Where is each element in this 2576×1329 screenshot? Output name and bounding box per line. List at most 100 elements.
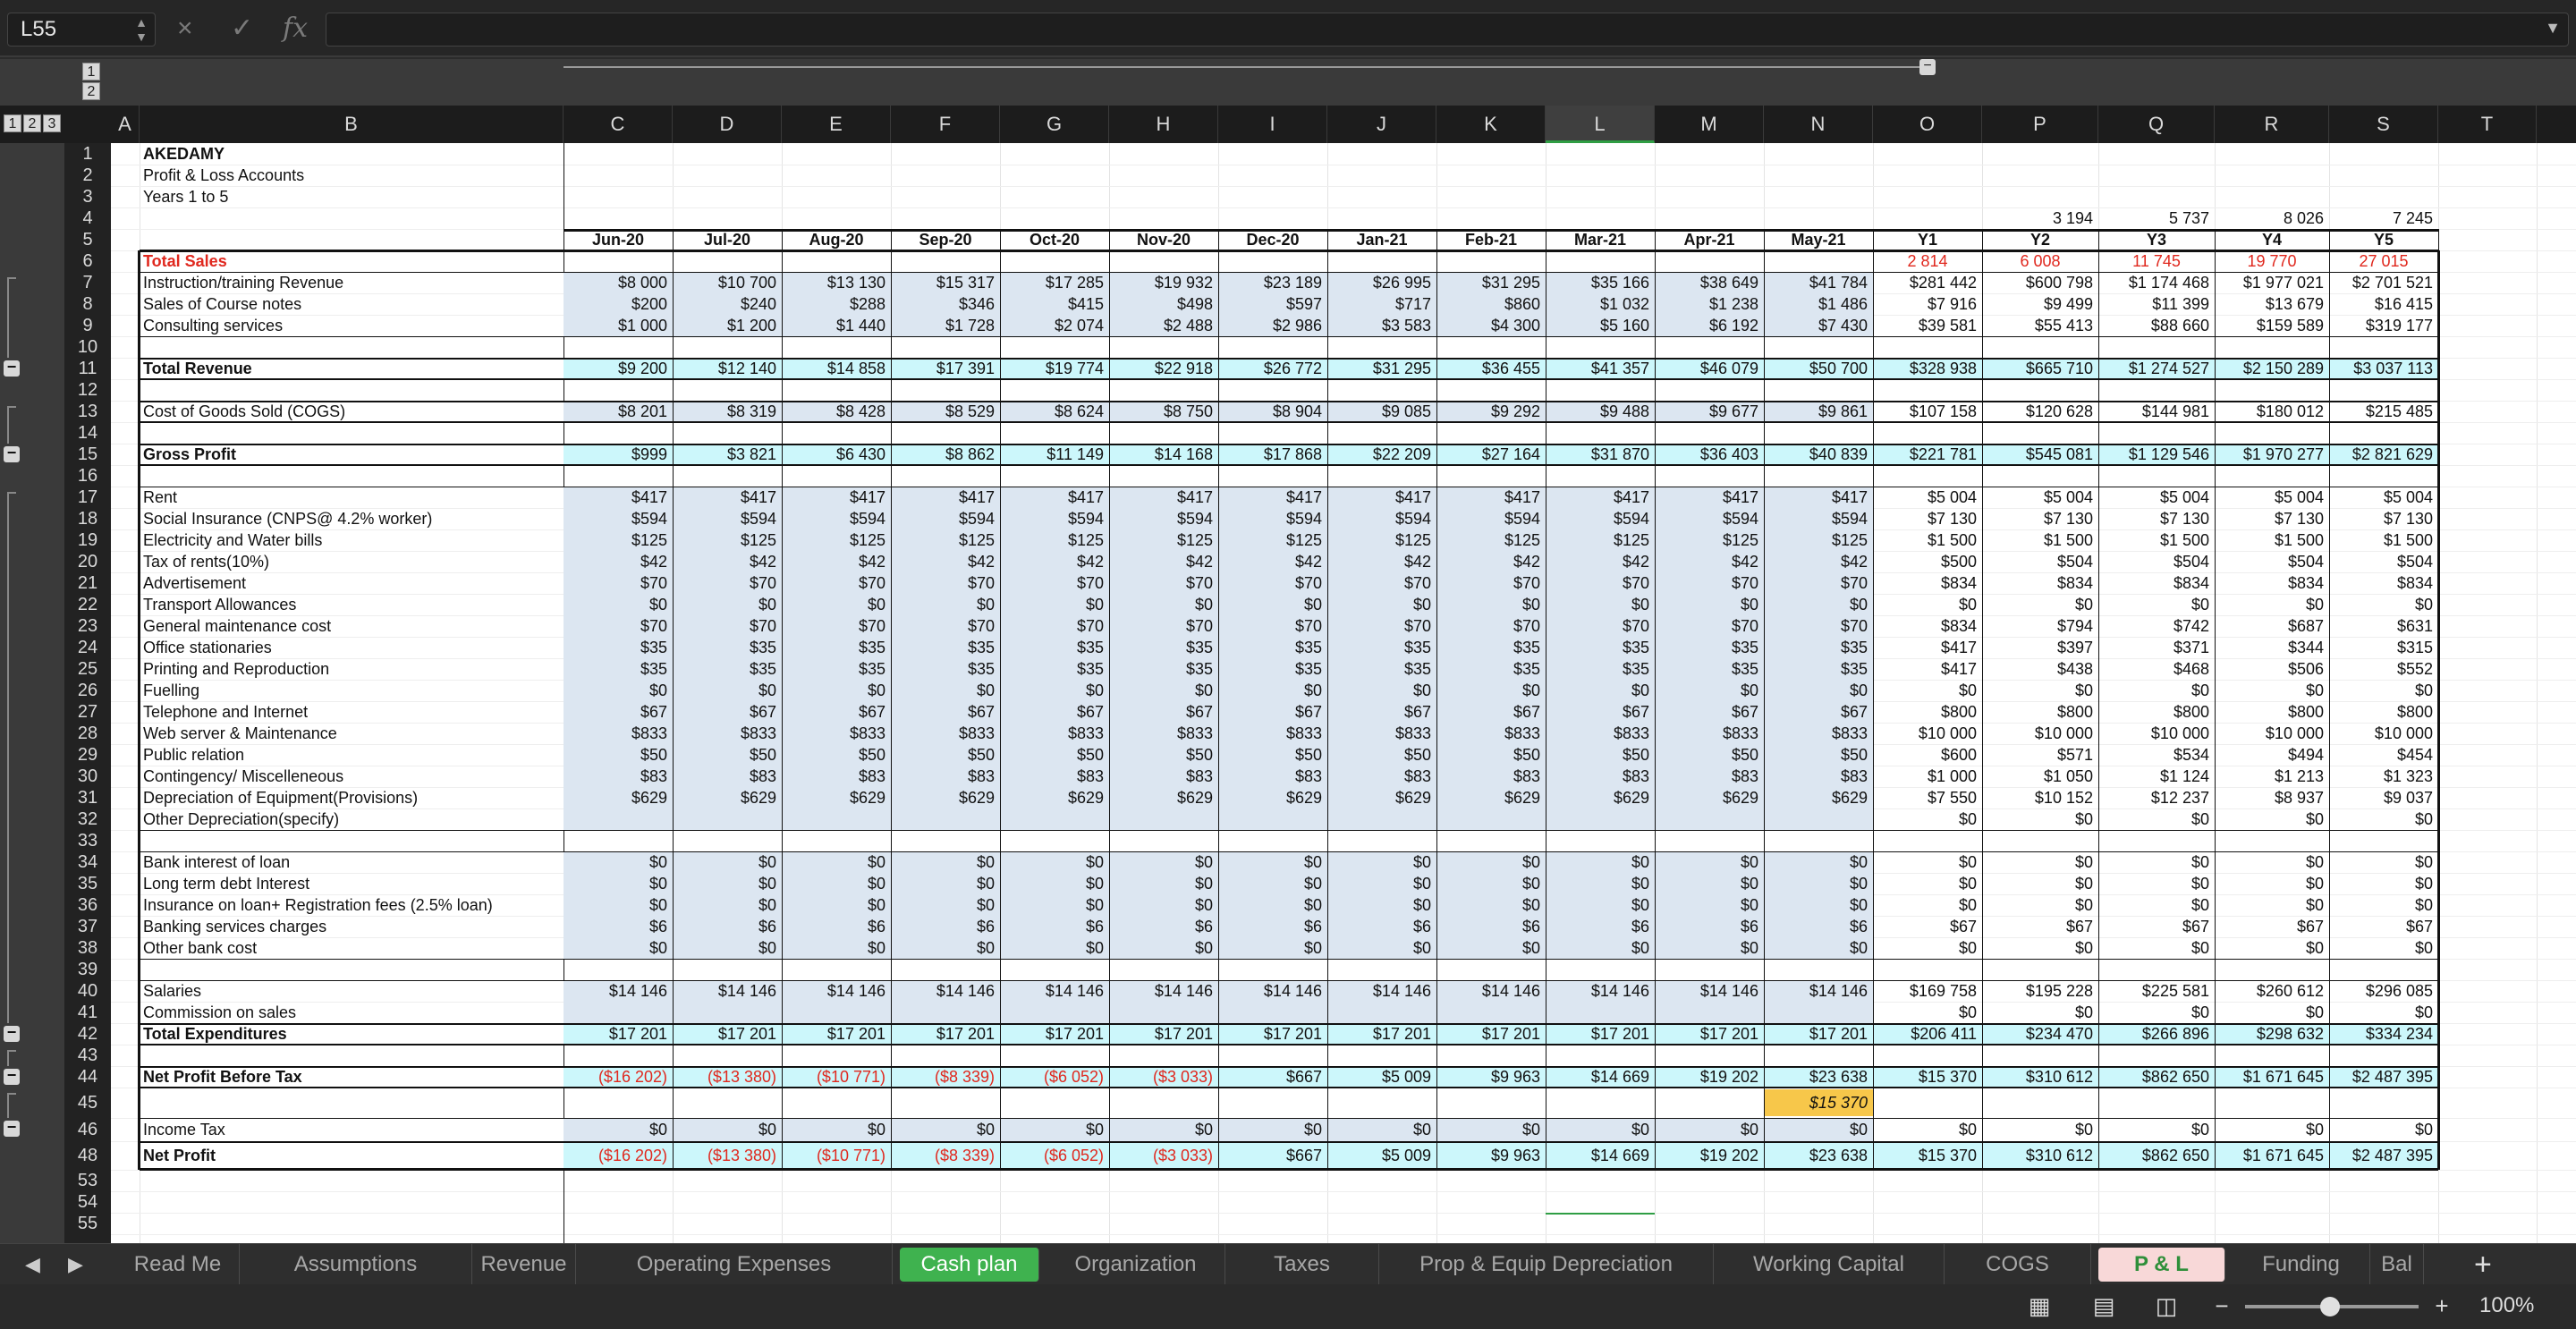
value-cell[interactable]: $0 <box>1327 1119 1436 1140</box>
value-cell[interactable]: $417 <box>1655 487 1764 508</box>
value-cell[interactable]: $468 <box>2098 658 2215 680</box>
value-cell[interactable]: $415 <box>1000 293 1109 315</box>
value-cell[interactable]: $0 <box>564 851 673 873</box>
value-cell[interactable]: $42 <box>564 551 673 572</box>
row-header[interactable]: 35 <box>64 873 111 894</box>
value-cell[interactable]: $7 130 <box>1873 508 1982 529</box>
value-cell[interactable]: $17 201 <box>564 1023 673 1045</box>
column-header-r[interactable]: R <box>2215 106 2329 143</box>
value-cell[interactable]: $0 <box>1764 1119 1873 1140</box>
value-cell[interactable]: $17 868 <box>1218 444 1327 465</box>
value-cell[interactable]: $0 <box>1436 1119 1546 1140</box>
value-cell[interactable]: $0 <box>891 680 1000 701</box>
value-cell[interactable]: $0 <box>2215 1119 2329 1140</box>
value-cell[interactable]: $6 <box>1546 916 1655 937</box>
value-cell[interactable]: $1 977 021 <box>2215 272 2329 293</box>
value-cell[interactable]: $862 650 <box>2098 1066 2215 1088</box>
value-cell[interactable]: $397 <box>1982 637 2098 658</box>
collapse-rows-icon[interactable]: − <box>4 1024 20 1042</box>
value-cell[interactable]: $0 <box>1109 680 1218 701</box>
value-cell[interactable]: $70 <box>1327 615 1436 637</box>
value-cell[interactable]: $50 <box>1000 744 1109 766</box>
value-cell[interactable]: $125 <box>1764 529 1873 551</box>
value-cell[interactable]: $594 <box>564 508 673 529</box>
value-cell[interactable]: $39 581 <box>1873 315 1982 336</box>
column-header-o[interactable]: O <box>1873 106 1982 143</box>
value-cell[interactable]: $0 <box>2098 851 2215 873</box>
value-cell[interactable]: $67 <box>1655 701 1764 723</box>
value-cell[interactable]: $0 <box>1982 937 2098 959</box>
value-cell[interactable]: $0 <box>1982 851 2098 873</box>
value-cell[interactable]: $70 <box>891 572 1000 594</box>
value-cell[interactable]: $42 <box>673 551 782 572</box>
value-cell[interactable]: $50 <box>782 744 891 766</box>
value-cell[interactable]: $35 <box>564 658 673 680</box>
value-cell[interactable] <box>1000 1002 1109 1023</box>
value-cell[interactable]: $14 146 <box>673 980 782 1002</box>
value-cell[interactable]: $417 <box>891 487 1000 508</box>
value-cell[interactable] <box>2215 1092 2329 1113</box>
value-cell[interactable]: $0 <box>1000 594 1109 615</box>
value-cell[interactable]: $0 <box>1109 1119 1218 1140</box>
value-cell[interactable]: $0 <box>564 594 673 615</box>
value-cell[interactable]: $22 918 <box>1109 358 1218 379</box>
confirm-icon[interactable]: ✓ <box>231 13 253 45</box>
value-cell[interactable]: $0 <box>2098 1002 2215 1023</box>
value-cell[interactable]: $0 <box>2098 808 2215 830</box>
value-cell[interactable]: $240 <box>673 293 782 315</box>
value-cell[interactable]: $0 <box>1436 680 1546 701</box>
value-cell[interactable] <box>564 1002 673 1023</box>
value-cell[interactable]: $13 679 <box>2215 293 2329 315</box>
value-cell[interactable]: $6 <box>1218 916 1327 937</box>
value-cell[interactable]: $15 370 <box>1873 1145 1982 1166</box>
value-cell[interactable] <box>673 1092 782 1113</box>
value-cell[interactable] <box>1436 1092 1546 1113</box>
value-cell[interactable]: $70 <box>1109 615 1218 637</box>
value-cell[interactable]: $310 612 <box>1982 1145 2098 1166</box>
value-cell[interactable]: $597 <box>1218 293 1327 315</box>
value-cell[interactable]: $0 <box>1327 594 1436 615</box>
value-cell[interactable]: $35 <box>564 637 673 658</box>
value-cell[interactable]: $70 <box>1218 572 1327 594</box>
value-cell[interactable]: $15 370 <box>1873 1066 1982 1088</box>
value-cell[interactable]: $10 000 <box>2098 723 2215 744</box>
value-cell[interactable]: $0 <box>2215 937 2329 959</box>
value-cell[interactable]: $9 292 <box>1436 401 1546 422</box>
row-header[interactable]: 4 <box>64 207 111 229</box>
sheet-tab[interactable]: P & L <box>2098 1248 2225 1282</box>
value-cell[interactable]: $800 <box>2215 701 2329 723</box>
value-cell[interactable]: $125 <box>1546 529 1655 551</box>
row-header[interactable]: 32 <box>64 808 111 830</box>
value-cell[interactable]: $70 <box>1000 615 1109 637</box>
value-cell[interactable]: $0 <box>2329 594 2438 615</box>
row-header[interactable]: 46 <box>64 1118 111 1141</box>
value-cell[interactable]: $7 550 <box>1873 787 1982 808</box>
value-cell[interactable]: $0 <box>2329 851 2438 873</box>
value-cell[interactable]: $629 <box>1327 787 1436 808</box>
value-cell[interactable]: $10 000 <box>2329 723 2438 744</box>
value-cell[interactable]: $17 201 <box>1218 1023 1327 1045</box>
value-cell[interactable]: $1 050 <box>1982 766 2098 787</box>
value-cell[interactable]: $17 201 <box>1109 1023 1218 1045</box>
row-header[interactable]: 26 <box>64 680 111 701</box>
value-cell[interactable]: $70 <box>1000 572 1109 594</box>
value-cell[interactable]: $281 442 <box>1873 272 1982 293</box>
value-cell[interactable]: $0 <box>1109 937 1218 959</box>
value-cell[interactable] <box>1109 1092 1218 1113</box>
row-header[interactable]: 28 <box>64 723 111 744</box>
value-cell[interactable]: $417 <box>1436 487 1546 508</box>
value-cell[interactable]: $0 <box>891 873 1000 894</box>
value-cell[interactable]: $0 <box>564 873 673 894</box>
value-cell[interactable]: $42 <box>1546 551 1655 572</box>
row-header[interactable]: 6 <box>64 250 111 272</box>
value-cell[interactable]: $0 <box>2098 894 2215 916</box>
column-header-d[interactable]: D <box>673 106 782 143</box>
value-cell[interactable]: $1 000 <box>564 315 673 336</box>
value-cell[interactable]: $0 <box>1764 937 1873 959</box>
value-cell[interactable]: $800 <box>1873 701 1982 723</box>
collapse-rows-icon[interactable]: − <box>4 359 20 377</box>
value-cell[interactable]: $14 146 <box>1000 980 1109 1002</box>
row-header[interactable]: 24 <box>64 637 111 658</box>
row-header[interactable]: 19 <box>64 529 111 551</box>
value-cell[interactable]: $629 <box>564 787 673 808</box>
